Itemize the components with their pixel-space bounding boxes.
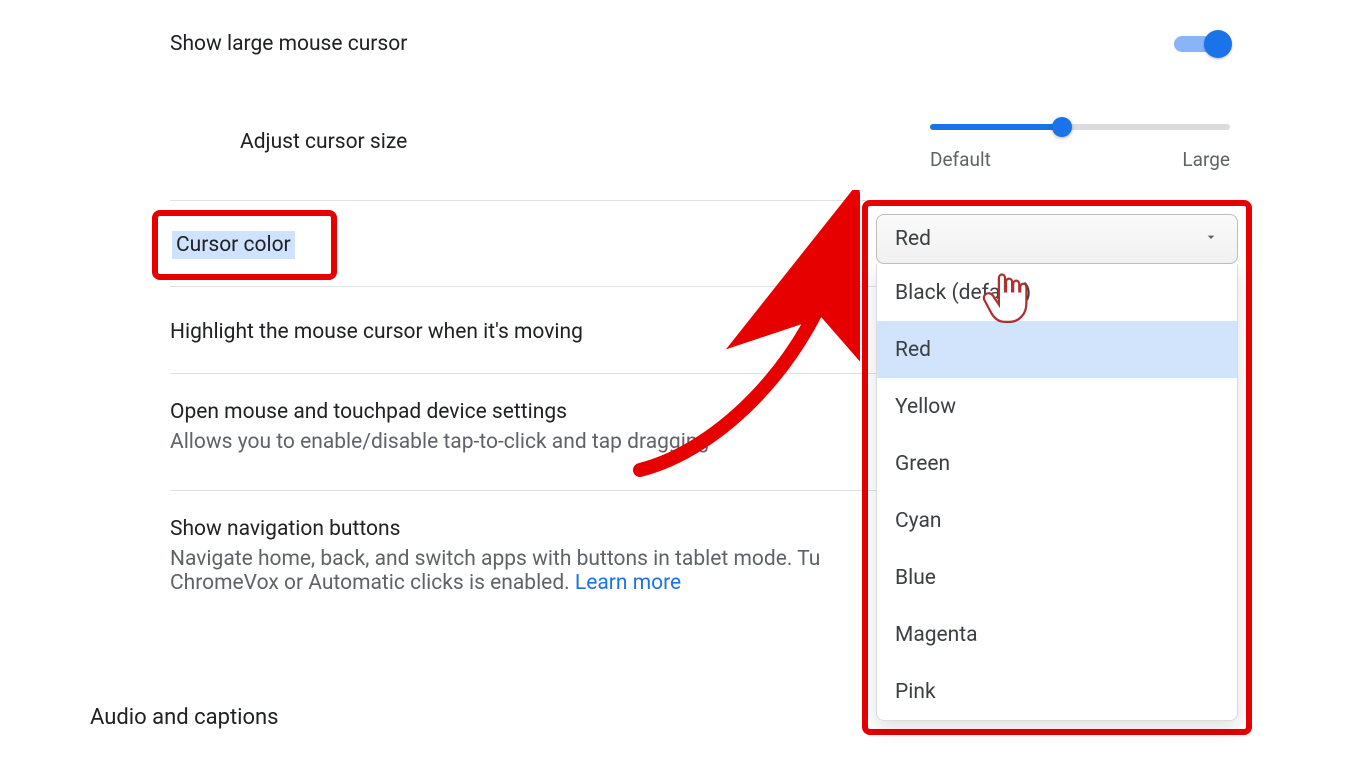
color-option-red[interactable]: Red [877, 321, 1237, 378]
row-show-large-cursor: Show large mouse cursor [170, 30, 1230, 58]
cursor-color-options: Black (default) Red Yellow Green Cyan Bl… [876, 264, 1238, 721]
section-audio-captions: Audio and captions [90, 705, 279, 730]
cursor-size-slider[interactable]: Default Large [930, 118, 1230, 171]
color-option-label: Blue [895, 566, 936, 590]
settings-page: Show large mouse cursor Adjust cursor si… [0, 0, 1360, 765]
adjust-cursor-size-label: Adjust cursor size [240, 130, 407, 154]
color-option-cyan[interactable]: Cyan [877, 492, 1237, 549]
color-option-black[interactable]: Black (default) [877, 264, 1237, 321]
slider-fill [930, 124, 1062, 130]
toggle-knob [1204, 30, 1232, 58]
slider-labels: Default Large [930, 148, 1230, 171]
color-option-green[interactable]: Green [877, 435, 1237, 492]
show-large-cursor-label: Show large mouse cursor [170, 32, 407, 56]
nav-sub-suffix: ChromeVox or Automatic clicks is enabled… [170, 571, 575, 595]
highlight-moving-label: Highlight the mouse cursor when it's mov… [170, 320, 583, 344]
nav-sub-prefix: Navigate home, back, and switch apps wit… [170, 547, 820, 571]
chevron-down-icon [1203, 227, 1219, 251]
slider-knob[interactable] [1052, 117, 1072, 137]
color-option-label: Red [895, 338, 931, 362]
color-option-blue[interactable]: Blue [877, 549, 1237, 606]
slider-track [930, 124, 1230, 130]
color-option-pink[interactable]: Pink [877, 663, 1237, 720]
color-option-label: Pink [895, 680, 936, 704]
color-option-label: Cyan [895, 509, 941, 533]
cursor-color-select[interactable]: Red [876, 214, 1238, 264]
color-option-label: Black (default) [895, 281, 1031, 305]
cursor-color-selected-value: Red [895, 227, 931, 251]
slider-max-label: Large [1182, 148, 1230, 171]
cursor-color-label: Cursor color [172, 231, 295, 259]
color-option-label: Green [895, 452, 950, 476]
slider-min-label: Default [930, 148, 991, 171]
cursor-color-highlight: Cursor color [152, 210, 337, 280]
color-option-label: Yellow [895, 395, 956, 419]
show-large-cursor-toggle[interactable] [1174, 30, 1230, 58]
color-option-label: Magenta [895, 623, 978, 647]
color-option-magenta[interactable]: Magenta [877, 606, 1237, 663]
learn-more-link[interactable]: Learn more [575, 571, 681, 595]
cursor-color-dropdown-highlight: Red Black (default) Red Yellow Green Cya… [862, 200, 1252, 735]
color-option-yellow[interactable]: Yellow [877, 378, 1237, 435]
